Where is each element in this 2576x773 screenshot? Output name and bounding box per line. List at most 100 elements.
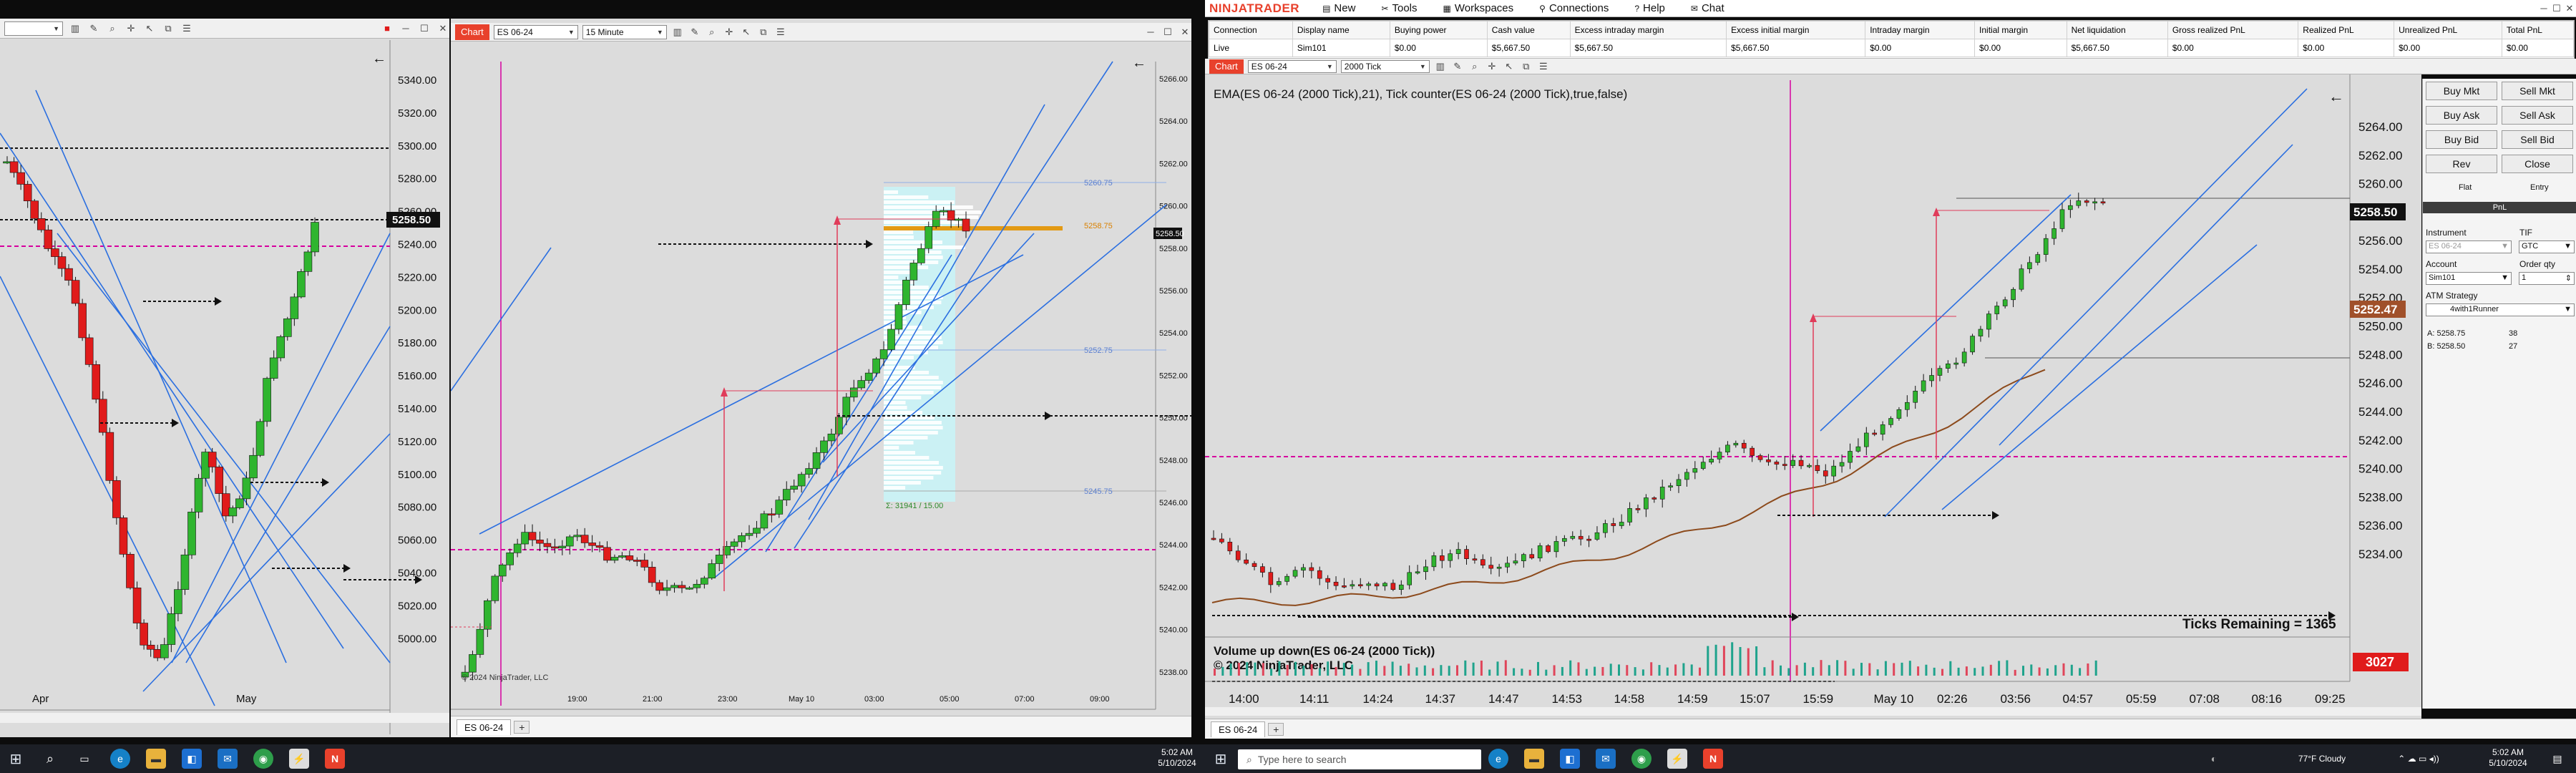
menu-help[interactable]: ? Help — [1621, 2, 1678, 14]
left-chart-canvas[interactable]: 5340.005320.005300.005280.005260.005240.… — [0, 19, 449, 737]
mail-icon[interactable]: ✉ — [1596, 749, 1616, 769]
accounts-header-cell[interactable]: Excess initial margin — [1726, 21, 1866, 39]
taskbar-clock-right[interactable]: 5:02 AM 5/10/2024 — [2476, 747, 2540, 769]
accounts-cell[interactable]: $0.00 — [2298, 39, 2395, 57]
app-icon[interactable]: ⚡ — [289, 749, 309, 769]
left-instrument-select[interactable]: ▼ — [4, 21, 63, 36]
accounts-cell[interactable]: $5,667.50 — [1486, 39, 1571, 57]
list-icon[interactable]: ☰ — [180, 22, 193, 35]
accounts-header-cell[interactable]: Net liquidation — [2066, 21, 2168, 39]
zoom-icon[interactable]: ⌕ — [706, 26, 718, 39]
accounts-header-cell[interactable]: Gross realized PnL — [2167, 21, 2299, 39]
menu-new[interactable]: ▤ New — [1309, 2, 1368, 14]
edge-icon[interactable]: e — [110, 749, 130, 769]
crosshair-icon[interactable]: ✛ — [723, 26, 736, 39]
mail-icon[interactable]: ✉ — [218, 749, 238, 769]
zoom-icon[interactable]: ⌕ — [1468, 60, 1481, 73]
accounts-cell[interactable]: $0.00 — [2394, 39, 2502, 57]
sell-market-button[interactable]: Sell Mkt — [2502, 82, 2573, 100]
notifications-icon[interactable]: ▤ — [2547, 749, 2567, 769]
accounts-cell[interactable]: Live — [1209, 39, 1293, 57]
maximize-icon[interactable]: ☐ — [1161, 26, 1174, 39]
accounts-header-cell[interactable]: Intraday margin — [1865, 21, 1976, 39]
mid-instrument-select[interactable]: ES 06-24 ▼ — [493, 24, 578, 39]
search-icon[interactable]: ⌕ — [40, 749, 60, 769]
accounts-cell[interactable]: $0.00 — [1974, 39, 2067, 57]
strategies-icon[interactable]: ⧉ — [1520, 60, 1533, 73]
windows-start-icon[interactable]: ⊞ — [6, 749, 26, 769]
ninjatrader-taskbar-icon[interactable]: N — [325, 749, 345, 769]
accounts-cell[interactable]: $5,667.50 — [1569, 39, 1727, 57]
accounts-cell[interactable]: Sim101 — [1292, 39, 1390, 57]
bar-chart-icon[interactable]: ▥ — [671, 26, 684, 39]
accounts-cell[interactable]: $0.00 — [2167, 39, 2299, 57]
minimize-icon[interactable]: ─ — [399, 22, 412, 35]
crosshair-icon[interactable]: ✛ — [1485, 60, 1498, 73]
tab-es-06-24[interactable]: ES 06-24 — [1211, 721, 1266, 737]
store-icon[interactable]: ◧ — [182, 749, 202, 769]
pointer-icon[interactable]: ↖ — [740, 26, 753, 39]
right-instrument-select[interactable]: ES 06-24 ▼ — [1247, 59, 1337, 73]
edge-icon[interactable]: e — [1488, 749, 1508, 769]
menu-tools[interactable]: ✂ Tools — [1368, 2, 1430, 14]
account-select[interactable]: Sim101 ▼ — [2426, 272, 2512, 285]
atm-strategy-select[interactable]: 4with1Runner ▼ — [2426, 303, 2575, 316]
add-tab-button[interactable]: + — [514, 720, 530, 734]
accounts-header-cell[interactable]: Excess intraday margin — [1569, 21, 1727, 39]
menu-chat[interactable]: ✉ Chat — [1678, 2, 1737, 14]
accounts-header-cell[interactable]: Buying power — [1389, 21, 1488, 39]
draw-icon[interactable]: ✎ — [87, 22, 100, 35]
chat-bubble-icon[interactable]: ◐ — [2204, 749, 2224, 769]
accounts-header-cell[interactable]: Unrealized PnL — [2394, 21, 2502, 39]
draw-icon[interactable]: ✎ — [688, 26, 701, 39]
taskbar-clock-left[interactable]: 5:02 AM 5/10/2024 — [1145, 747, 1209, 769]
list-icon[interactable]: ☰ — [1537, 60, 1550, 73]
tray-icons[interactable]: ⌃ ☁ ▭ ◂)) — [2368, 754, 2469, 764]
taskbar-search-input[interactable]: ⌕ Type here to search — [1238, 749, 1481, 769]
file-explorer-icon[interactable]: ▬ — [146, 749, 166, 769]
chrome-icon[interactable]: ◉ — [1631, 749, 1652, 769]
add-tab-button[interactable]: + — [1268, 722, 1284, 736]
chart-tag[interactable]: Chart — [455, 24, 489, 40]
maximize-icon[interactable]: ☐ — [2550, 2, 2563, 15]
list-icon[interactable]: ☰ — [774, 26, 787, 39]
store-icon[interactable]: ◧ — [1560, 749, 1580, 769]
accounts-header-cell[interactable]: Total PnL — [2501, 21, 2575, 39]
reverse-button[interactable]: Rev — [2426, 155, 2497, 173]
accounts-header-cell[interactable]: Initial margin — [1974, 21, 2067, 39]
pointer-icon[interactable]: ↖ — [1503, 60, 1516, 73]
pointer-icon[interactable]: ↖ — [143, 22, 156, 35]
task-view-icon[interactable]: ▭ — [1453, 749, 1473, 769]
accounts-cell[interactable]: $0.00 — [2501, 39, 2575, 57]
mid-chart-canvas[interactable]: 5266.005264.005262.005260.005258.005256.… — [451, 19, 1191, 737]
maximize-icon[interactable]: ☐ — [418, 22, 431, 35]
minimize-icon[interactable]: ─ — [1144, 26, 1157, 39]
windows-start-icon[interactable]: ⊞ — [1211, 749, 1231, 769]
accounts-cell[interactable]: $5,667.50 — [2066, 39, 2168, 57]
chart-tag[interactable]: Chart — [1209, 59, 1244, 74]
close-position-button[interactable]: Close — [2502, 155, 2573, 173]
accounts-header-cell[interactable]: Cash value — [1486, 21, 1571, 39]
draw-icon[interactable]: ✎ — [1451, 60, 1464, 73]
color-swatch-icon[interactable]: ■ — [381, 22, 394, 35]
sell-ask-button[interactable]: Sell Ask — [2502, 106, 2573, 125]
strategies-icon[interactable]: ⧉ — [757, 26, 770, 39]
accounts-header-cell[interactable]: Display name — [1292, 21, 1390, 39]
bar-chart-icon[interactable]: ▥ — [69, 22, 82, 35]
app-icon[interactable]: ⚡ — [1667, 749, 1687, 769]
minimize-icon[interactable]: ─ — [2537, 2, 2550, 15]
ninjatrader-taskbar-icon[interactable]: N — [1703, 749, 1723, 769]
instrument-select[interactable]: ES 06-24 ▼ — [2426, 240, 2512, 253]
buy-bid-button[interactable]: Buy Bid — [2426, 130, 2497, 149]
accounts-cell[interactable]: $0.00 — [1389, 39, 1488, 57]
right-chart-canvas[interactable]: 5264.005262.005260.005258.005256.005254.… — [1205, 59, 2421, 737]
accounts-cell[interactable]: $5,667.50 — [1726, 39, 1866, 57]
accounts-header-cell[interactable]: Realized PnL — [2298, 21, 2395, 39]
crosshair-icon[interactable]: ✛ — [125, 22, 137, 35]
chrome-icon[interactable]: ◉ — [253, 749, 273, 769]
right-interval-select[interactable]: 2000 Tick ▼ — [1340, 59, 1430, 73]
weather-widget[interactable]: 77°F Cloudy — [2283, 754, 2361, 764]
buy-market-button[interactable]: Buy Mkt — [2426, 82, 2497, 100]
close-icon[interactable]: ✕ — [1179, 26, 1191, 39]
order-qty-stepper[interactable]: 1 ⇕ — [2519, 272, 2575, 285]
